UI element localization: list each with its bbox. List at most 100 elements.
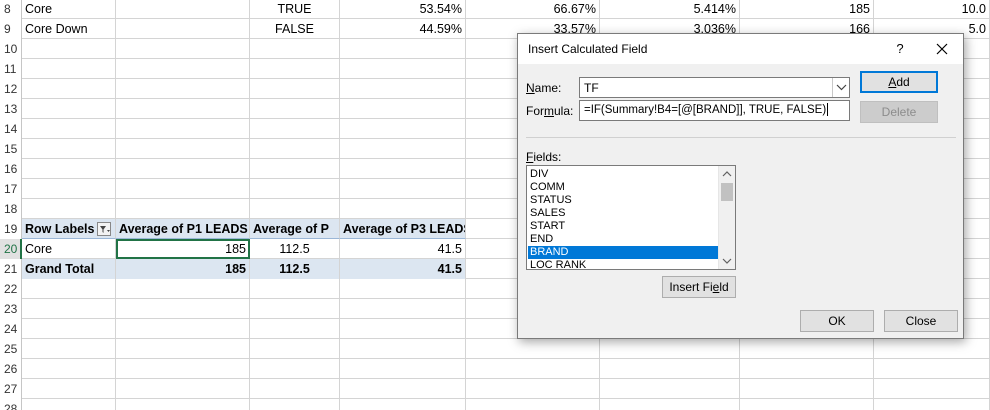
cell[interactable]: [340, 199, 466, 219]
cell[interactable]: Core: [22, 0, 116, 19]
selected-cell[interactable]: 185: [116, 239, 250, 259]
cell[interactable]: [116, 379, 250, 399]
cell[interactable]: [874, 379, 990, 399]
cell[interactable]: [740, 359, 874, 379]
cell[interactable]: [600, 379, 740, 399]
grand-total-label[interactable]: Grand Total: [22, 259, 116, 279]
cell[interactable]: [116, 39, 250, 59]
cell[interactable]: [740, 339, 874, 359]
cell[interactable]: [22, 279, 116, 299]
field-list-item[interactable]: SALES: [528, 207, 719, 220]
insert-field-button[interactable]: Insert Field: [662, 276, 736, 298]
cell[interactable]: [22, 79, 116, 99]
fields-listbox[interactable]: DIV COMM STATUS SALES START END BRAND LOC RANK: [526, 165, 736, 270]
chevron-down-icon[interactable]: [832, 78, 849, 97]
cell[interactable]: [250, 119, 340, 139]
pivot-value[interactable]: 112.5: [250, 239, 340, 259]
cell[interactable]: [340, 139, 466, 159]
cell[interactable]: [116, 139, 250, 159]
cell[interactable]: [340, 159, 466, 179]
field-list-item[interactable]: STATUS: [528, 194, 719, 207]
cell[interactable]: [116, 79, 250, 99]
cell[interactable]: 185: [740, 0, 874, 19]
cell[interactable]: [22, 359, 116, 379]
sheet-row[interactable]: 27: [0, 379, 990, 399]
cell[interactable]: [340, 179, 466, 199]
cell[interactable]: [340, 339, 466, 359]
cell[interactable]: [250, 79, 340, 99]
row-number[interactable]: 12: [0, 79, 22, 99]
cell[interactable]: [22, 339, 116, 359]
cell[interactable]: [22, 399, 116, 410]
row-number[interactable]: 14: [0, 119, 22, 139]
cell[interactable]: Core Down: [22, 19, 116, 39]
filter-dropdown-icon[interactable]: [97, 221, 112, 236]
cell[interactable]: [116, 59, 250, 79]
cell[interactable]: [116, 99, 250, 119]
cell[interactable]: 44.59%: [340, 19, 466, 39]
cell[interactable]: [116, 199, 250, 219]
cell[interactable]: [340, 79, 466, 99]
cell[interactable]: [22, 159, 116, 179]
cell[interactable]: [250, 59, 340, 79]
cell[interactable]: [116, 179, 250, 199]
cell[interactable]: [874, 339, 990, 359]
field-list-item[interactable]: BRAND: [528, 246, 719, 259]
cell[interactable]: [22, 179, 116, 199]
cell[interactable]: FALSE: [250, 19, 340, 39]
help-button[interactable]: ?: [890, 40, 910, 58]
cell[interactable]: 53.54%: [340, 0, 466, 19]
add-button[interactable]: Add: [860, 71, 938, 93]
row-number[interactable]: 18: [0, 199, 22, 219]
cell[interactable]: [340, 59, 466, 79]
cell[interactable]: [600, 339, 740, 359]
cell[interactable]: [116, 0, 250, 19]
cell[interactable]: TRUE: [250, 0, 340, 19]
cell[interactable]: [250, 399, 340, 410]
cell[interactable]: [340, 39, 466, 59]
pivot-row-label[interactable]: Core: [22, 239, 116, 259]
cell[interactable]: [250, 199, 340, 219]
row-number[interactable]: 27: [0, 379, 22, 399]
cell[interactable]: [874, 399, 990, 410]
cell[interactable]: [340, 299, 466, 319]
row-number[interactable]: 15: [0, 139, 22, 159]
sheet-row[interactable]: 25: [0, 339, 990, 359]
field-list-item[interactable]: LOC RANK: [528, 259, 719, 269]
row-number[interactable]: 8: [0, 0, 22, 19]
row-number[interactable]: 17: [0, 179, 22, 199]
cell[interactable]: [116, 279, 250, 299]
cell[interactable]: [740, 399, 874, 410]
cell[interactable]: [250, 99, 340, 119]
cell[interactable]: [116, 339, 250, 359]
cell[interactable]: 10.0: [874, 0, 990, 19]
cell[interactable]: [600, 399, 740, 410]
row-number[interactable]: 21: [0, 259, 22, 279]
sheet-row[interactable]: 8 Core TRUE 53.54% 66.67% 5.414% 185 10.0: [0, 0, 990, 19]
scroll-thumb[interactable]: [721, 183, 733, 201]
cell[interactable]: [250, 359, 340, 379]
cell[interactable]: [250, 39, 340, 59]
row-number[interactable]: 28: [0, 399, 22, 410]
cell[interactable]: [22, 99, 116, 119]
cell[interactable]: [466, 359, 600, 379]
cell[interactable]: [340, 319, 466, 339]
cell[interactable]: [250, 159, 340, 179]
cell[interactable]: 5.414%: [600, 0, 740, 19]
cell[interactable]: [340, 99, 466, 119]
row-number[interactable]: 16: [0, 159, 22, 179]
cell[interactable]: [22, 379, 116, 399]
cell[interactable]: [116, 19, 250, 39]
ok-button[interactable]: OK: [800, 310, 874, 332]
cell[interactable]: [340, 379, 466, 399]
close-icon[interactable]: [930, 38, 954, 60]
row-number[interactable]: 25: [0, 339, 22, 359]
name-combobox[interactable]: TF: [579, 77, 850, 98]
row-number[interactable]: 13: [0, 99, 22, 119]
cell[interactable]: [116, 159, 250, 179]
pivot-row-labels-header[interactable]: Row Labels: [22, 219, 116, 239]
cell[interactable]: [22, 59, 116, 79]
cell[interactable]: [250, 379, 340, 399]
cell[interactable]: [22, 199, 116, 219]
cell[interactable]: [340, 359, 466, 379]
